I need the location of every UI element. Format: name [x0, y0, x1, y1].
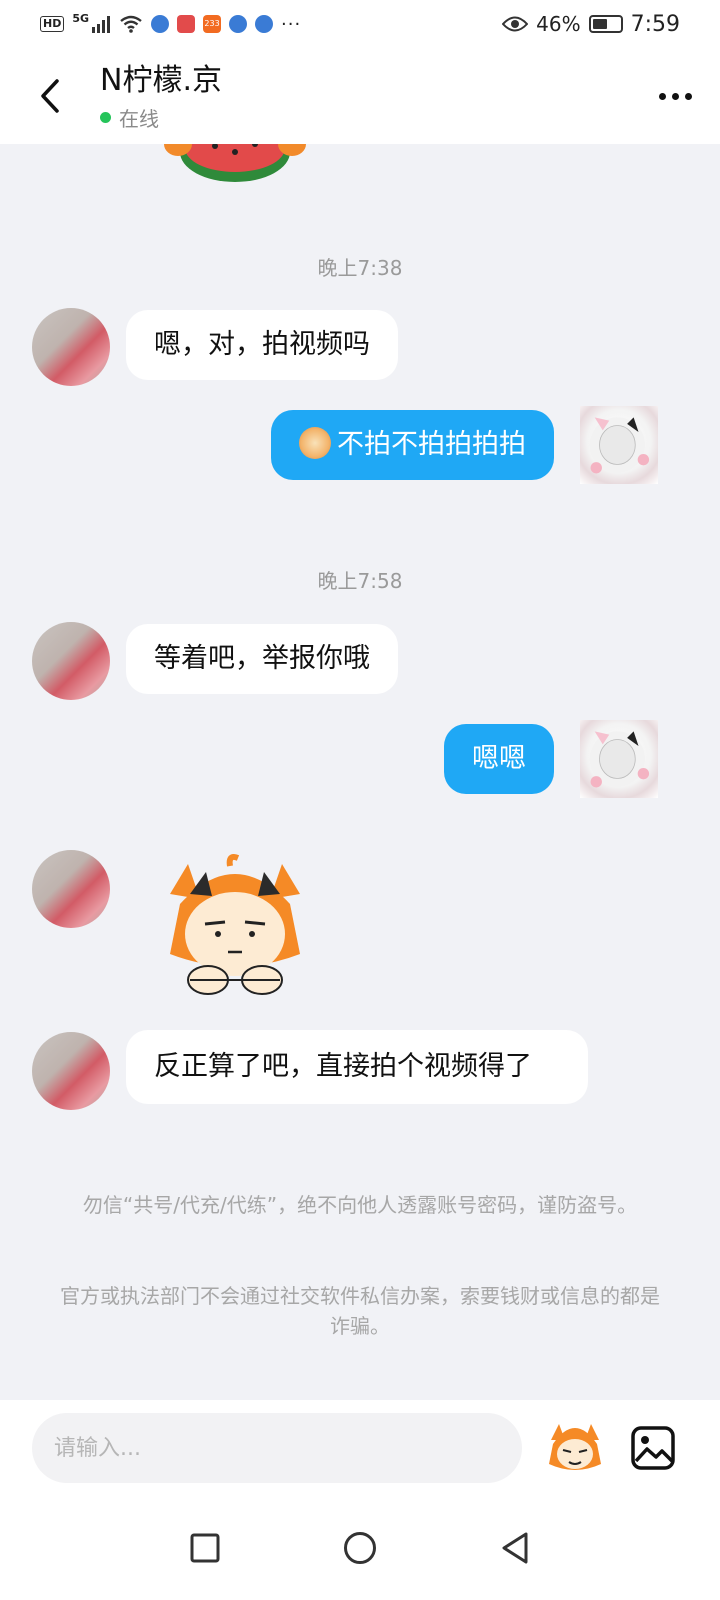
more-dot-icon — [658, 92, 666, 100]
signal-icon — [92, 16, 111, 33]
outgoing-message[interactable]: 不拍不拍拍拍拍 — [271, 410, 554, 480]
contact-avatar[interactable] — [32, 850, 110, 928]
image-icon — [631, 1426, 675, 1470]
user-avatar[interactable] — [580, 406, 658, 484]
sticker[interactable] — [150, 854, 320, 1004]
status-right: 46% 7:59 — [502, 12, 680, 37]
battery-percent: 46% — [536, 12, 581, 36]
more-options-button[interactable] — [630, 48, 720, 144]
chat-header: N柠檬.京 在线 — [0, 48, 720, 144]
message-list[interactable]: 晚上7:38 嗯，对，拍视频吗 不拍不拍拍拍拍 晚上7:58 等着吧，举报你哦 … — [0, 144, 720, 1400]
contact-avatar[interactable] — [32, 622, 110, 700]
circle-icon — [344, 1532, 376, 1564]
sticker-face-icon — [549, 1424, 601, 1470]
online-dot-icon — [100, 111, 111, 123]
chevron-left-icon — [41, 79, 59, 113]
app-notification-icon — [229, 15, 248, 33]
presence: 在线 — [100, 103, 630, 132]
back-button[interactable] — [0, 48, 100, 144]
outgoing-message-text: 不拍不拍拍拍拍 — [337, 429, 526, 460]
more-notifications-icon: ··· — [281, 13, 302, 35]
triangle-back-icon — [502, 1532, 528, 1564]
app-badge-icon: 233 — [203, 15, 222, 33]
contact-avatar[interactable] — [32, 308, 110, 386]
security-notice: 勿信“共号/代充/代练”，绝不向他人透露账号密码，谨防盗号。 — [82, 1193, 638, 1217]
status-left: HD 5G 233 ··· — [40, 11, 302, 35]
title-area: N柠檬.京 在线 — [100, 61, 630, 132]
timestamp: 晚上7:58 — [317, 569, 403, 593]
app-notification-icon — [151, 15, 170, 33]
app-notification-icon — [177, 15, 196, 33]
clock: 7:59 — [630, 11, 680, 37]
home-button[interactable] — [340, 1528, 380, 1568]
wifi-icon — [120, 15, 142, 33]
incoming-message[interactable]: 嗯，对，拍视频吗 — [126, 310, 398, 380]
eye-icon — [502, 16, 529, 32]
contact-avatar[interactable] — [32, 1032, 110, 1110]
fraud-notice: 官方或执法部门不会通过社交软件私信办案，索要钱财或信息的都是诈骗。 — [60, 1284, 660, 1338]
online-status: 在线 — [119, 106, 159, 131]
back-nav-button[interactable] — [495, 1528, 535, 1568]
timestamp: 晚上7:38 — [317, 256, 403, 280]
message-input[interactable] — [32, 1413, 522, 1483]
emoji-icon — [299, 427, 331, 459]
battery-icon — [588, 15, 623, 33]
system-navigation-bar — [0, 1496, 720, 1600]
contact-name: N柠檬.京 — [100, 62, 222, 98]
sticker[interactable] — [160, 144, 310, 194]
image-button[interactable] — [626, 1421, 680, 1475]
incoming-message[interactable]: 反正算了吧，直接拍个视频得了 — [126, 1030, 588, 1104]
sticker-button[interactable] — [544, 1417, 606, 1479]
incoming-message[interactable]: 等着吧，举报你哦 — [126, 624, 398, 694]
network-label: 5G — [72, 11, 90, 25]
user-avatar[interactable] — [580, 720, 658, 798]
more-dot-icon — [684, 92, 692, 100]
outgoing-message[interactable]: 嗯嗯 — [444, 724, 554, 794]
input-bar — [0, 1400, 720, 1496]
chat-screen: HD 5G 233 ··· 46% 7:59 N柠檬.京 在线 晚上7:38 嗯… — [0, 0, 720, 1600]
recents-button[interactable] — [185, 1528, 225, 1568]
square-icon — [190, 1533, 220, 1563]
status-bar: HD 5G 233 ··· 46% 7:59 — [0, 0, 720, 48]
app-notification-icon — [255, 15, 274, 33]
hd-indicator: HD — [40, 16, 65, 32]
more-dot-icon — [671, 92, 679, 100]
